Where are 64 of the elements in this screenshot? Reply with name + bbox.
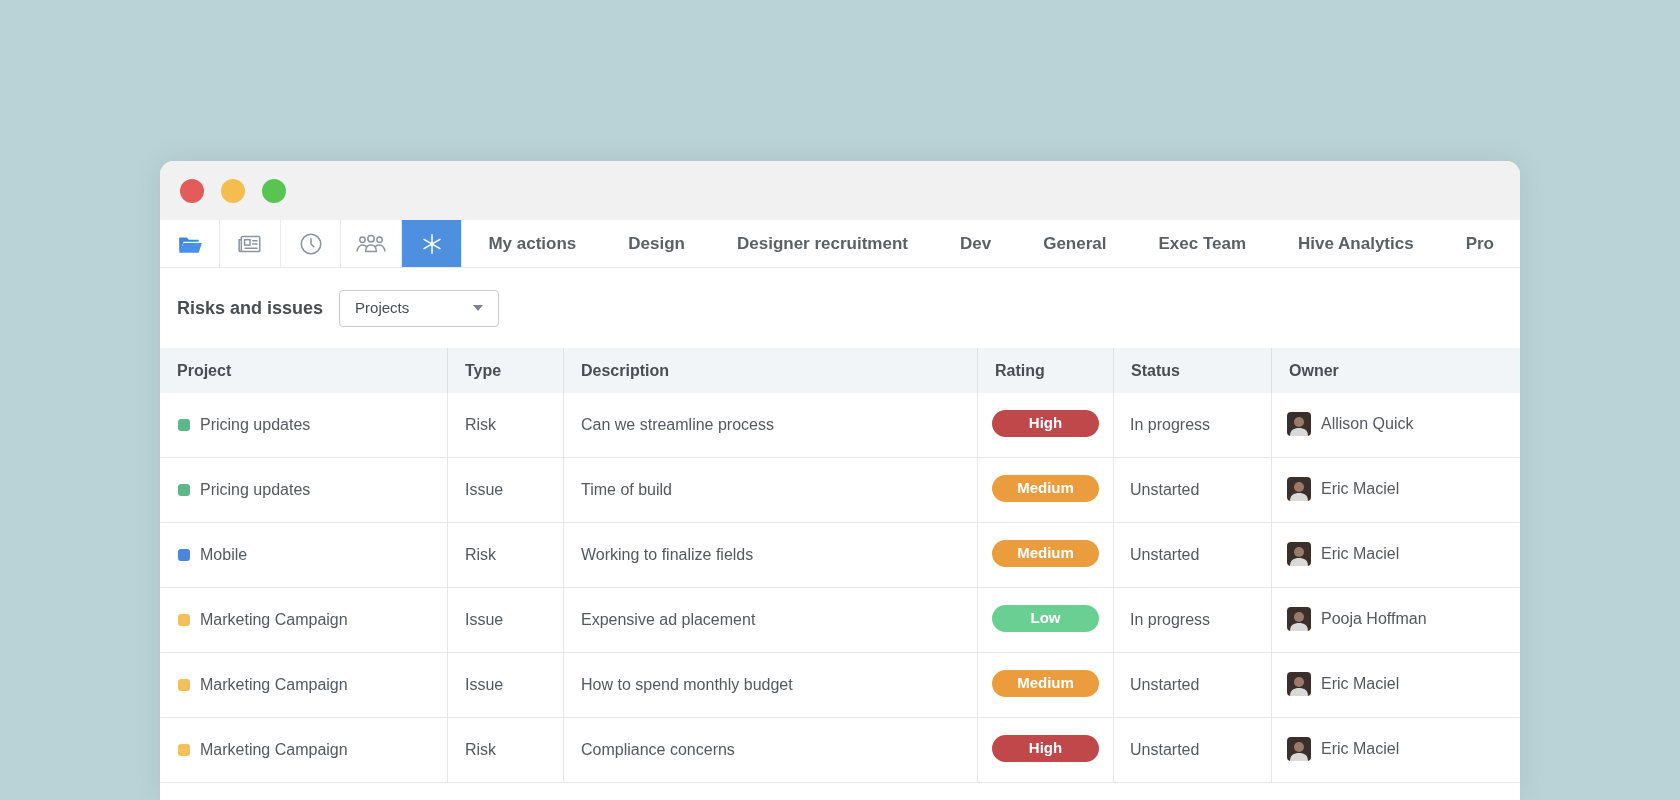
rating-pill: Low — [992, 605, 1099, 632]
rating-pill: Medium — [992, 670, 1099, 697]
icon-tab[interactable] — [401, 220, 463, 267]
minimize-window-button[interactable] — [221, 178, 245, 203]
avatar-icon — [1287, 411, 1311, 436]
section-title: Risks and issues — [177, 296, 324, 320]
avatar-icon — [1287, 476, 1311, 501]
tab[interactable]: Pro — [1439, 220, 1520, 267]
tab[interactable]: Exec Team — [1132, 220, 1273, 267]
owner-name: Eric Maciel — [1321, 673, 1400, 694]
column-header: Status — [1113, 348, 1271, 393]
table-cell-text: Marketing Campaign — [200, 675, 348, 695]
column-header: Project — [176, 360, 233, 381]
avatar-icon — [1287, 541, 1311, 566]
column-header: Description — [563, 348, 977, 393]
column-header: Owner — [1271, 348, 1520, 393]
tab[interactable]: Design — [602, 220, 711, 267]
owner-name: Eric Maciel — [1321, 543, 1400, 564]
table-cell-text: Pricing updates — [200, 415, 311, 435]
owner-name: Eric Maciel — [1321, 478, 1400, 499]
projects-dropdown[interactable]: Projects — [339, 289, 500, 327]
table-cell-text: Working to finalize fields — [581, 545, 754, 565]
icon-tab[interactable] — [160, 220, 221, 267]
table-cell-text: Marketing Campaign — [200, 610, 348, 630]
table-cell-text: How to spend monthly budget — [581, 675, 793, 695]
table-cell-text: Marketing Campaign — [200, 740, 348, 760]
column-header: Type — [447, 348, 563, 393]
tab[interactable]: Hive Analytics — [1272, 220, 1440, 267]
table-cell-text: In progress — [1130, 610, 1211, 630]
rating-pill: High — [992, 410, 1099, 437]
table-cell-text: Unstarted — [1130, 740, 1200, 760]
maximize-window-button[interactable] — [262, 178, 286, 203]
rating-pill: Medium — [992, 540, 1099, 567]
table-cell-text: Issue — [465, 675, 504, 695]
table-cell-text: Risk — [465, 740, 497, 760]
table-cell-text: Can we streamline process — [581, 415, 774, 435]
table-cell-text: In progress — [1130, 415, 1211, 435]
tab[interactable]: Designer recruitment — [710, 220, 934, 267]
close-window-button[interactable] — [180, 178, 204, 203]
owner-name: Allison Quick — [1321, 413, 1414, 434]
avatar-icon — [1287, 671, 1311, 696]
rating-pill: Medium — [992, 475, 1099, 502]
column-header: Rating — [977, 348, 1113, 393]
tab[interactable]: General — [1017, 220, 1133, 267]
avatar-icon — [1287, 606, 1311, 631]
table-cell-text: Issue — [465, 610, 504, 630]
caret-icon — [473, 305, 484, 311]
table-cell-text: Unstarted — [1130, 480, 1200, 500]
table-cell-text: Pricing updates — [200, 480, 311, 500]
tab[interactable]: My actions — [462, 220, 603, 267]
table-cell-text: Expensive ad placement — [581, 610, 756, 630]
table-cell-text: Time of build — [581, 480, 672, 500]
table-cell-text: Compliance concerns — [581, 740, 735, 760]
table-cell-text: Risk — [465, 415, 497, 435]
tab[interactable]: Dev — [933, 220, 1018, 267]
table-cell-text: Mobile — [200, 545, 248, 565]
rating-pill: High — [992, 735, 1099, 762]
owner-name: Pooja Hoffman — [1321, 608, 1427, 629]
avatar-icon — [1287, 736, 1311, 761]
table-cell-text: Unstarted — [1130, 675, 1200, 695]
table-cell-text: Unstarted — [1130, 545, 1200, 565]
table-cell-text: Risk — [465, 545, 497, 565]
table-cell-text: Issue — [465, 480, 504, 500]
owner-name: Eric Maciel — [1321, 738, 1400, 759]
